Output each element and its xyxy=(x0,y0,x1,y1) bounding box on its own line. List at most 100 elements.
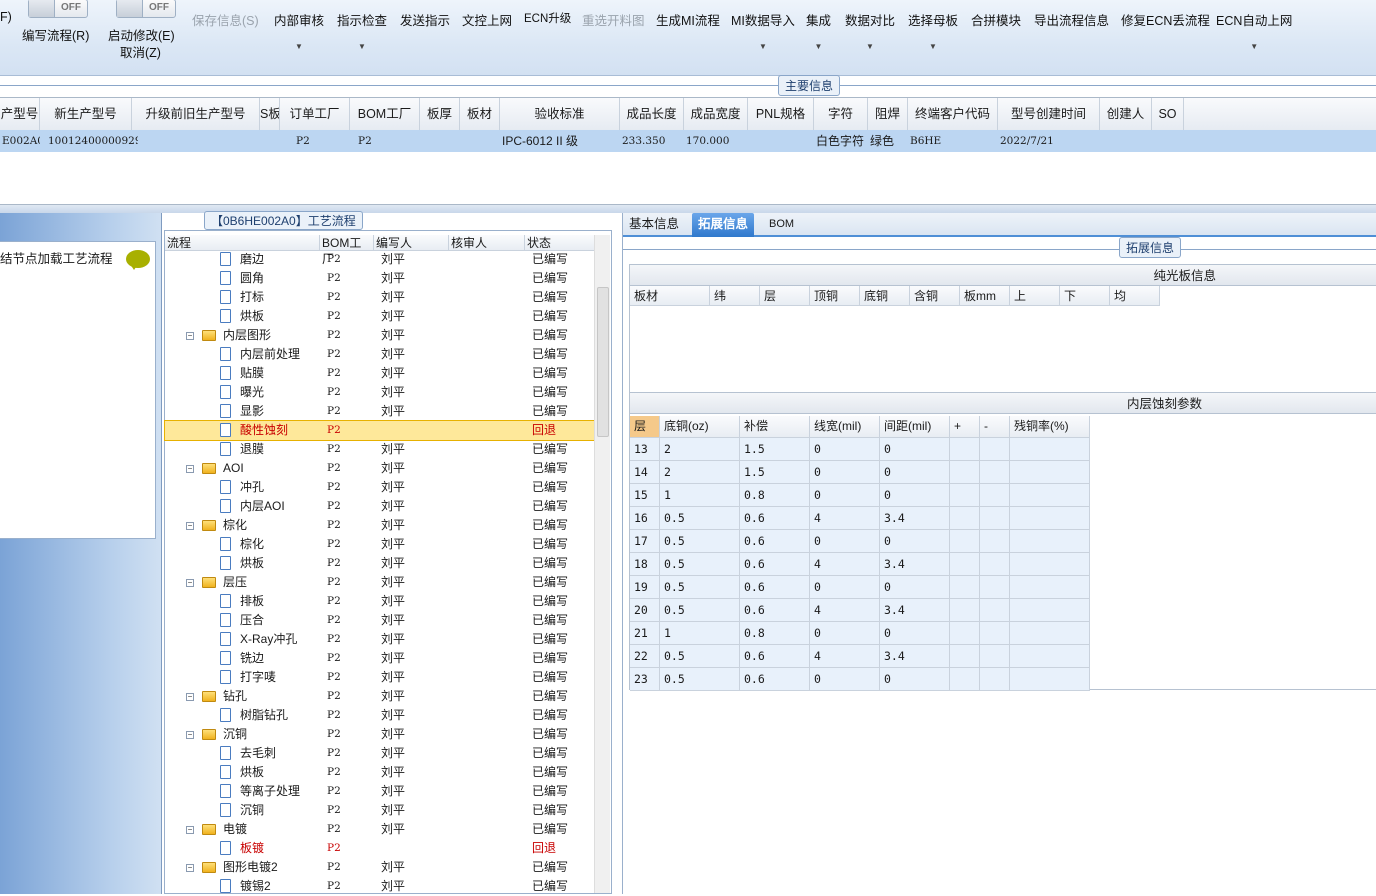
tree-row[interactable]: 退膜 P2 刘平 已编写 xyxy=(165,440,595,459)
etch-cell[interactable] xyxy=(1010,668,1090,691)
ecn-upgrade-button[interactable]: ECN升级 xyxy=(524,10,571,26)
etch-cell[interactable] xyxy=(1010,576,1090,599)
reselect-button[interactable]: 重选开料图 xyxy=(582,10,645,29)
tree-row[interactable]: 内层前处理 P2 刘平 已编写 xyxy=(165,345,595,364)
bare-board-col-header[interactable]: 均 xyxy=(1110,286,1160,306)
expander-collapse-icon[interactable]: − xyxy=(186,579,194,587)
select-motherboard-button[interactable]: 选择母板 ▼ xyxy=(908,10,958,51)
save-info-button[interactable]: 保存信息(S) xyxy=(192,10,259,29)
etch-cell[interactable] xyxy=(950,507,980,530)
main-info-col-header[interactable]: PNL规格 xyxy=(748,98,814,130)
gen-mi-button[interactable]: 生成MI流程 xyxy=(656,10,720,29)
bare-board-col-header[interactable]: 层 xyxy=(760,286,810,306)
etch-cell[interactable]: 0 xyxy=(810,668,880,691)
tree-row[interactable]: − 层压 P2 刘平 已编写 xyxy=(165,573,595,592)
etch-cell[interactable] xyxy=(1010,553,1090,576)
main-info-cell[interactable]: 白色字符 xyxy=(814,130,868,152)
doc-control-button[interactable]: 文控上网 xyxy=(462,10,512,29)
integrate-button[interactable]: 集成 ▼ xyxy=(806,10,831,51)
tree-row[interactable]: 曝光 P2 刘平 已编写 xyxy=(165,383,595,402)
etch-cell[interactable] xyxy=(950,668,980,691)
tree-row[interactable]: 树脂钻孔 P2 刘平 已编写 xyxy=(165,706,595,725)
etch-cell[interactable]: 0.6 xyxy=(740,599,810,622)
etch-cell[interactable]: 15 xyxy=(630,484,660,507)
etch-cell[interactable]: 0.6 xyxy=(740,507,810,530)
etch-cell[interactable] xyxy=(980,645,1010,668)
etch-cell[interactable] xyxy=(950,645,980,668)
etch-cell[interactable]: 0.5 xyxy=(660,668,740,691)
main-info-col-header[interactable]: 成品长度 xyxy=(620,98,684,130)
etch-cell[interactable]: 0.5 xyxy=(660,645,740,668)
main-info-col-header[interactable]: SO xyxy=(1152,98,1184,130)
etch-cell[interactable] xyxy=(950,553,980,576)
tree-row[interactable]: 去毛刺 P2 刘平 已编写 xyxy=(165,744,595,763)
etch-cell[interactable] xyxy=(950,599,980,622)
etch-cell[interactable] xyxy=(980,576,1010,599)
etch-col-header[interactable]: 补偿 xyxy=(740,416,810,438)
main-info-cell[interactable] xyxy=(460,130,500,152)
expander-collapse-icon[interactable]: − xyxy=(186,693,194,701)
etch-cell[interactable] xyxy=(1010,622,1090,645)
etch-cell[interactable]: 0.5 xyxy=(660,530,740,553)
etch-cell[interactable]: 16 xyxy=(630,507,660,530)
etch-cell[interactable]: 4 xyxy=(810,553,880,576)
etch-cell[interactable]: 3.4 xyxy=(880,553,950,576)
etch-cell[interactable]: 0 xyxy=(810,530,880,553)
bare-board-col-header[interactable]: 底铜 xyxy=(860,286,910,306)
bare-board-col-header[interactable]: 顶铜 xyxy=(810,286,860,306)
etch-cell[interactable]: 1.5 xyxy=(740,438,810,461)
etch-cell[interactable]: 0 xyxy=(810,438,880,461)
etch-col-header[interactable]: 残铜率(%) xyxy=(1010,416,1090,438)
tree-row[interactable]: 贴膜 P2 刘平 已编写 xyxy=(165,364,595,383)
tree-row[interactable]: − AOI P2 刘平 已编写 xyxy=(165,459,595,478)
start-modify-switch[interactable]: OFF xyxy=(116,0,176,18)
etch-cell[interactable]: 21 xyxy=(630,622,660,645)
fix-ecn-button[interactable]: 修复ECN丢流程 xyxy=(1121,10,1210,29)
etch-col-header[interactable]: 间距(mil) xyxy=(880,416,950,438)
etch-cell[interactable]: 4 xyxy=(810,507,880,530)
main-info-cell[interactable]: 2022/7/21 xyxy=(998,130,1100,152)
etch-cell[interactable]: 2 xyxy=(660,461,740,484)
main-info-cell[interactable]: IPC-6012 II 级 xyxy=(500,130,620,152)
tree-row[interactable]: 显影 P2 刘平 已编写 xyxy=(165,402,595,421)
tree-row[interactable]: 打标 P2 刘平 已编写 xyxy=(165,288,595,307)
etch-cell[interactable]: 0.6 xyxy=(740,530,810,553)
tree-col-header[interactable]: 核审人 xyxy=(449,235,525,251)
etch-cell[interactable]: 0.6 xyxy=(740,576,810,599)
etch-cell[interactable]: 0.5 xyxy=(660,507,740,530)
etch-cell[interactable] xyxy=(980,553,1010,576)
main-info-cell[interactable] xyxy=(748,130,814,152)
etch-cell[interactable] xyxy=(980,622,1010,645)
etch-cell[interactable]: 23 xyxy=(630,668,660,691)
etch-cell[interactable] xyxy=(950,576,980,599)
main-info-cell[interactable]: P2 xyxy=(288,130,358,152)
etch-cell[interactable] xyxy=(980,438,1010,461)
bare-board-col-header[interactable]: 纬 xyxy=(710,286,760,306)
tree-row[interactable]: 冲孔 P2 刘平 已编写 xyxy=(165,478,595,497)
tree-row[interactable]: − 棕化 P2 刘平 已编写 xyxy=(165,516,595,535)
etch-col-header[interactable]: 层 xyxy=(630,416,660,438)
tree-col-header[interactable]: 状态 xyxy=(525,235,595,251)
main-info-cell[interactable] xyxy=(132,130,260,152)
etch-cell[interactable] xyxy=(950,622,980,645)
main-info-cell[interactable]: 绿色 xyxy=(868,130,908,152)
main-info-col-header[interactable]: 订单工厂 xyxy=(280,98,350,130)
etch-cell[interactable]: 14 xyxy=(630,461,660,484)
etch-cell[interactable]: 0.6 xyxy=(740,668,810,691)
ecn-auto-button[interactable]: ECN自动上网 ▼ xyxy=(1216,10,1292,51)
main-info-col-header[interactable]: 阻焊 xyxy=(868,98,908,130)
tree-row[interactable]: 烘板 P2 刘平 已编写 xyxy=(165,307,595,326)
main-info-cell[interactable]: B6HE xyxy=(908,130,998,152)
tree-row[interactable]: 压合 P2 刘平 已编写 xyxy=(165,611,595,630)
etch-cell[interactable] xyxy=(1010,645,1090,668)
mi-import-button[interactable]: MI数据导入 ▼ xyxy=(731,10,795,51)
main-info-cell[interactable] xyxy=(1152,130,1184,152)
tree-col-header[interactable]: 编写人 xyxy=(374,235,449,251)
tree-row[interactable]: X-Ray冲孔 P2 刘平 已编写 xyxy=(165,630,595,649)
expander-collapse-icon[interactable]: − xyxy=(186,522,194,530)
main-info-col-header[interactable]: 验收标准 xyxy=(500,98,620,130)
etch-cell[interactable] xyxy=(1010,461,1090,484)
bare-board-col-header[interactable]: 板材 xyxy=(630,286,710,306)
etch-cell[interactable] xyxy=(950,484,980,507)
etch-cell[interactable]: 0.6 xyxy=(740,553,810,576)
